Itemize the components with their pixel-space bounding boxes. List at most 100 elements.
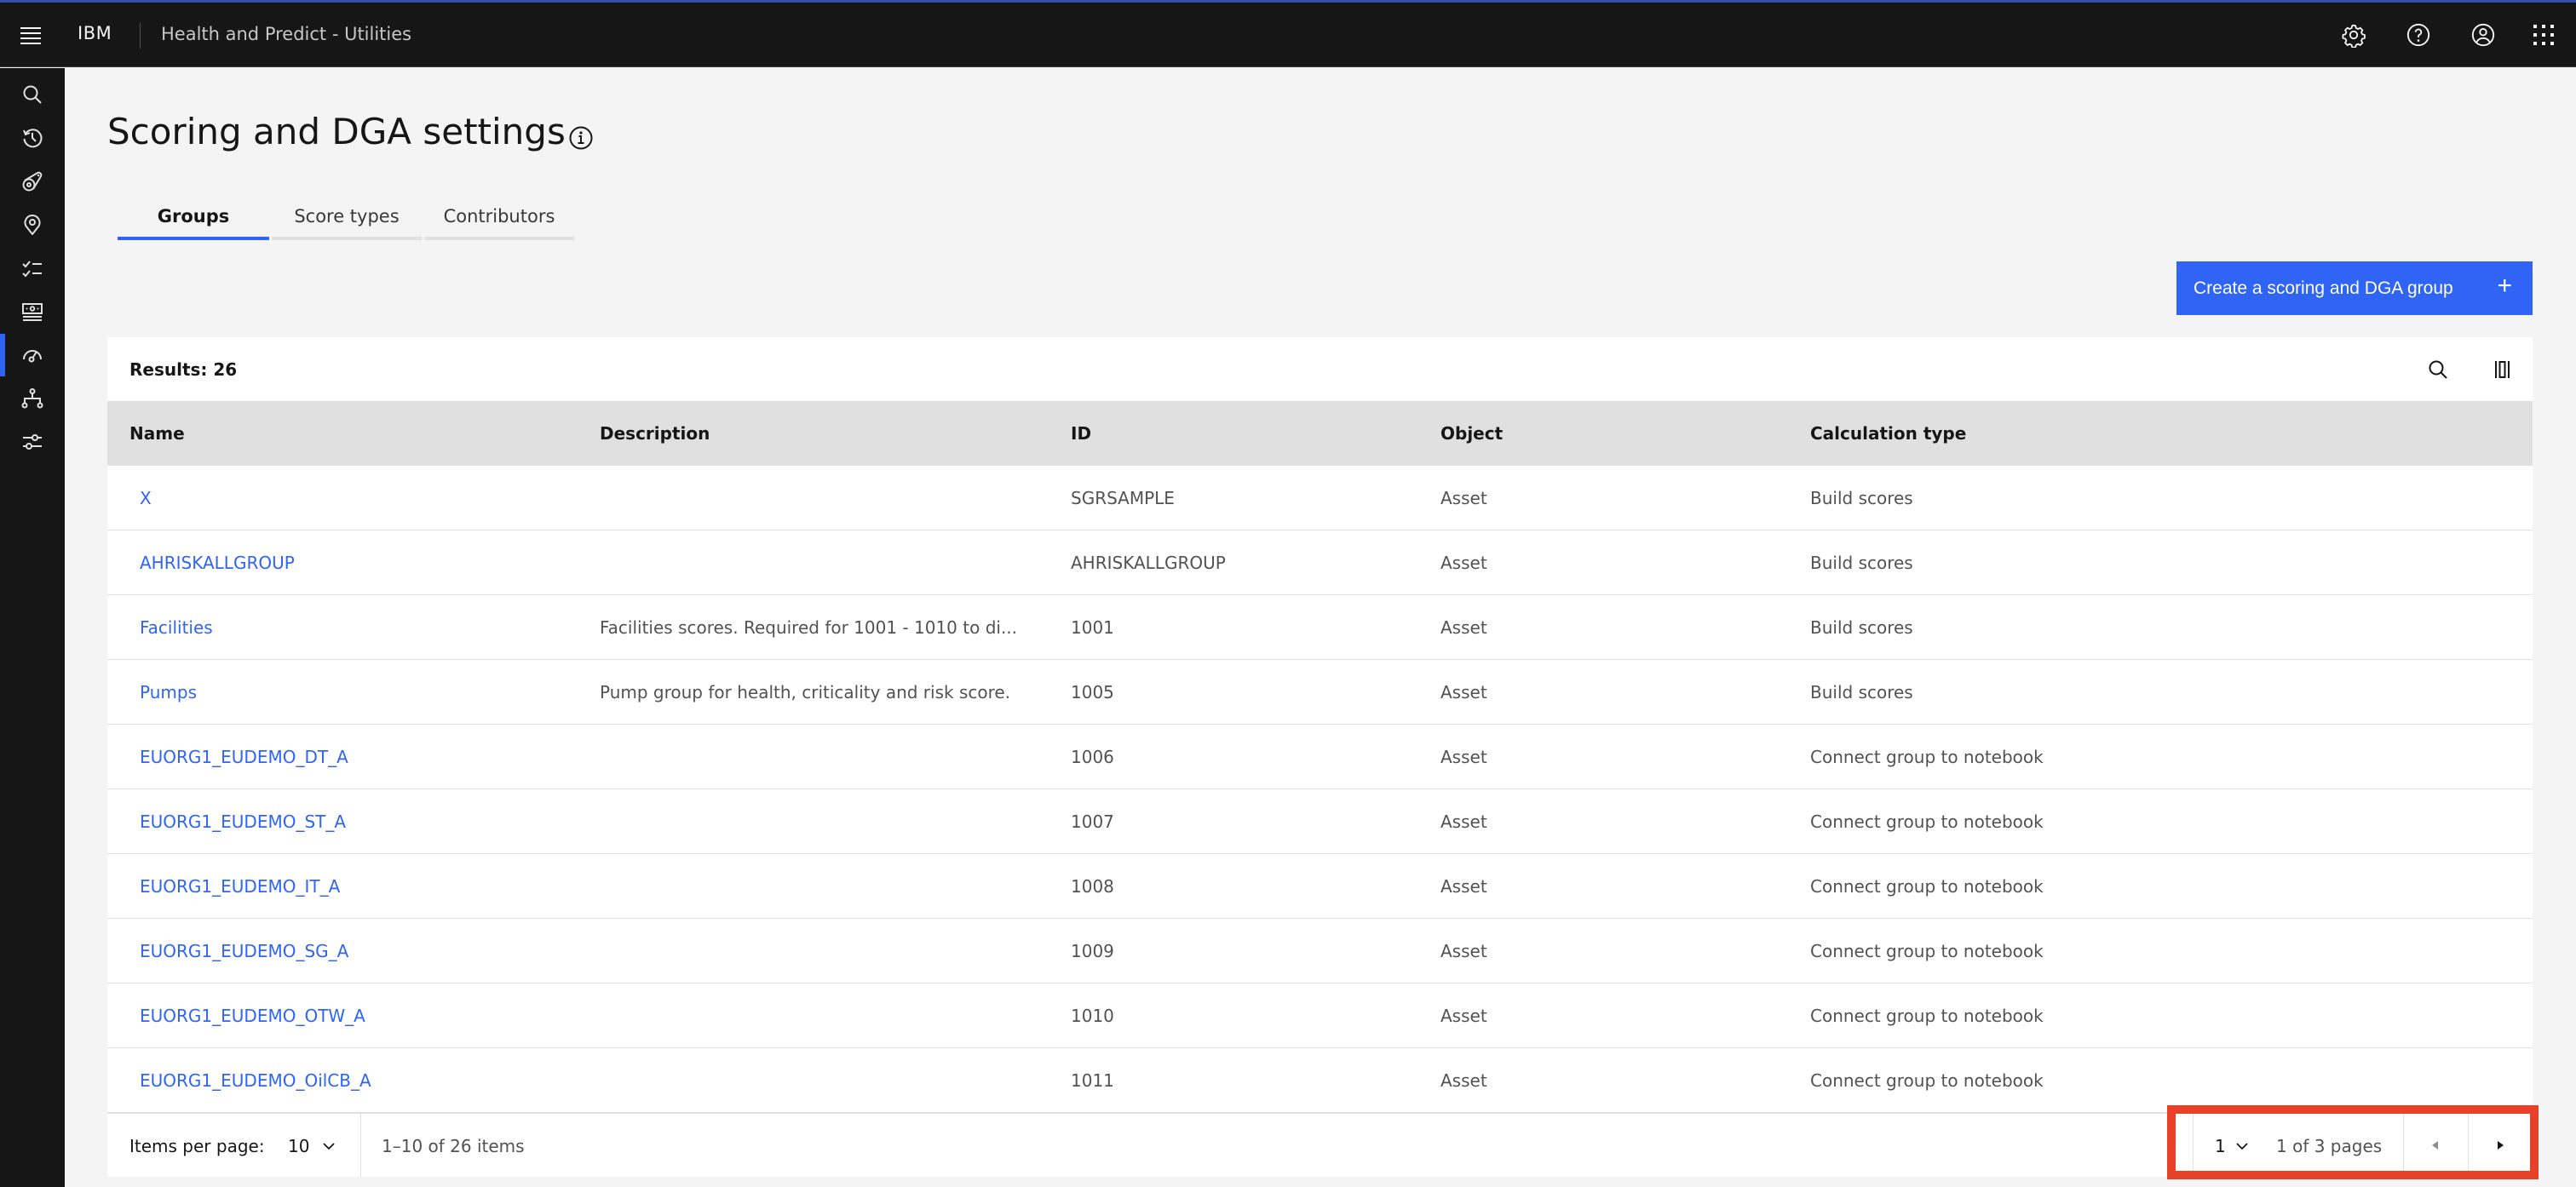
asset-icon [22,171,43,192]
table-search-button[interactable] [2421,353,2455,387]
app-title[interactable]: Health and Predict - Utilities [161,24,411,44]
page-title: Scoring and DGA settings [107,111,566,152]
group-description: Facilities scores. Required for 1001 - 1… [600,617,1018,638]
group-name-link[interactable]: AHRISKALLGROUP [140,553,295,573]
history-icon [23,129,43,148]
group-object: Asset [1440,941,1487,961]
group-name-link[interactable]: EUORG1_EUDEMO_ST_A [140,811,346,832]
group-calculation-type: Connect group to notebook [1810,1006,2044,1026]
tab-contributors[interactable]: Contributors [424,196,574,240]
table-header-row: Name Description ID Object Calculation t… [107,401,2533,466]
column-header-calculation-type[interactable]: Calculation type [1810,423,1966,444]
chevron-down-icon [2236,1143,2248,1150]
add-icon: + [2497,272,2512,300]
menu-icon [20,27,41,44]
group-name-link[interactable]: EUORG1_EUDEMO_OTW_A [140,1006,365,1026]
group-name-link[interactable]: EUORG1_EUDEMO_SG_A [140,941,348,961]
sidebar-item-checklist[interactable] [0,247,65,290]
group-object: Asset [1440,1070,1487,1091]
create-scoring-group-button[interactable]: Create a scoring and DGA group + [2176,261,2533,315]
column-header-description[interactable]: Description [600,423,710,444]
group-name-link[interactable]: Pumps [140,682,197,702]
table-row: AHRISKALLGROUP AHRISKALLGROUP Asset Buil… [107,530,2533,595]
table-row: EUORG1_EUDEMO_SG_A 1009 Asset Connect gr… [107,919,2533,983]
group-calculation-type: Connect group to notebook [1810,747,2044,767]
caret-right-icon [2498,1141,2504,1150]
info-button[interactable] [568,125,594,151]
table-toolbar: Results: 26 [107,337,2533,401]
global-header: IBM Health and Predict - Utilities [0,3,2576,67]
sidebar-item-scoring[interactable] [0,334,65,376]
help-button[interactable] [2401,18,2435,52]
sidebar-item-settings[interactable] [0,421,65,463]
table-row: Facilities Facilities scores. Required f… [107,595,2533,660]
group-calculation-type: Build scores [1810,553,1913,573]
sidebar-item-locations[interactable] [0,204,65,246]
group-id: 1006 [1071,747,1114,767]
brand-name[interactable]: IBM [78,23,112,43]
column-header-object[interactable]: Object [1440,423,1503,444]
group-name-link[interactable]: Facilities [140,617,213,638]
hierarchy-icon [21,388,43,409]
group-id: 1011 [1071,1070,1114,1091]
table-row: EUORG1_EUDEMO_IT_A 1008 Asset Connect gr… [107,854,2533,919]
pagination-divider [360,1114,361,1177]
column-settings-button[interactable] [2486,353,2520,387]
header-divider [140,23,141,49]
group-object: Asset [1440,553,1487,573]
table-row: EUORG1_EUDEMO_OilCB_A 1011 Asset Connect… [107,1048,2533,1113]
search-icon [2429,360,2447,379]
page-number-select[interactable]: 1 [2215,1129,2251,1163]
gauge-icon [23,350,42,363]
side-nav [0,68,65,1187]
hamburger-menu-button[interactable] [17,23,44,47]
help-icon [2406,23,2430,47]
search-icon [23,85,42,104]
pagination-bar: Items per page: 10 1–10 of 26 items 1 1 … [107,1113,2533,1177]
group-id: 1005 [1071,682,1114,702]
sidebar-item-recent[interactable] [0,117,65,159]
group-name-link[interactable]: EUORG1_EUDEMO_DT_A [140,747,348,767]
items-per-page-label: Items per page: [129,1136,265,1156]
location-icon [24,215,41,235]
tab-score-types[interactable]: Score types [272,196,422,240]
sidebar-item-search[interactable] [0,73,65,116]
user-profile-button[interactable] [2466,18,2500,52]
sidebar-item-financial[interactable] [0,290,65,333]
app-switcher-button[interactable] [2527,18,2561,52]
group-name-link[interactable]: EUORG1_EUDEMO_IT_A [140,876,340,897]
sidebar-item-hierarchy[interactable] [0,377,65,420]
previous-page-button[interactable] [2404,1114,2467,1177]
group-description: Pump group for health, criticality and r… [600,682,1011,702]
group-calculation-type: Build scores [1810,617,1913,638]
results-count: Results: 26 [129,359,238,380]
group-object: Asset [1440,488,1487,508]
item-range-text: 1–10 of 26 items [382,1136,525,1156]
group-name-link[interactable]: X [140,488,152,508]
items-per-page-select[interactable]: 10 [288,1129,338,1163]
group-object: Asset [1440,1006,1487,1026]
column-header-name[interactable]: Name [129,423,185,444]
table-row: Pumps Pump group for health, criticality… [107,660,2533,725]
group-id: 1007 [1071,811,1114,832]
group-object: Asset [1440,811,1487,832]
table-body: X SGRSAMPLE Asset Build scores AHRISKALL… [107,466,2533,1113]
group-name-link[interactable]: EUORG1_EUDEMO_OilCB_A [140,1070,371,1091]
next-page-button[interactable] [2469,1114,2532,1177]
money-icon [22,303,43,321]
group-object: Asset [1440,682,1487,702]
table-row: EUORG1_EUDEMO_OTW_A 1010 Asset Connect g… [107,983,2533,1048]
settings-button[interactable] [2337,18,2371,52]
column-header-id[interactable]: ID [1071,423,1091,444]
group-calculation-type: Connect group to notebook [1810,1070,2044,1091]
user-profile-icon [2471,23,2495,47]
sidebar-item-assets[interactable] [0,160,65,203]
group-calculation-type: Build scores [1810,682,1913,702]
group-id: SGRSAMPLE [1071,488,1175,508]
tab-list: Groups Score types Contributors [118,196,577,240]
tab-groups[interactable]: Groups [118,196,269,240]
group-object: Asset [1440,617,1487,638]
group-id: AHRISKALLGROUP [1071,553,1226,573]
group-id: 1008 [1071,876,1114,897]
information-icon [569,126,593,150]
